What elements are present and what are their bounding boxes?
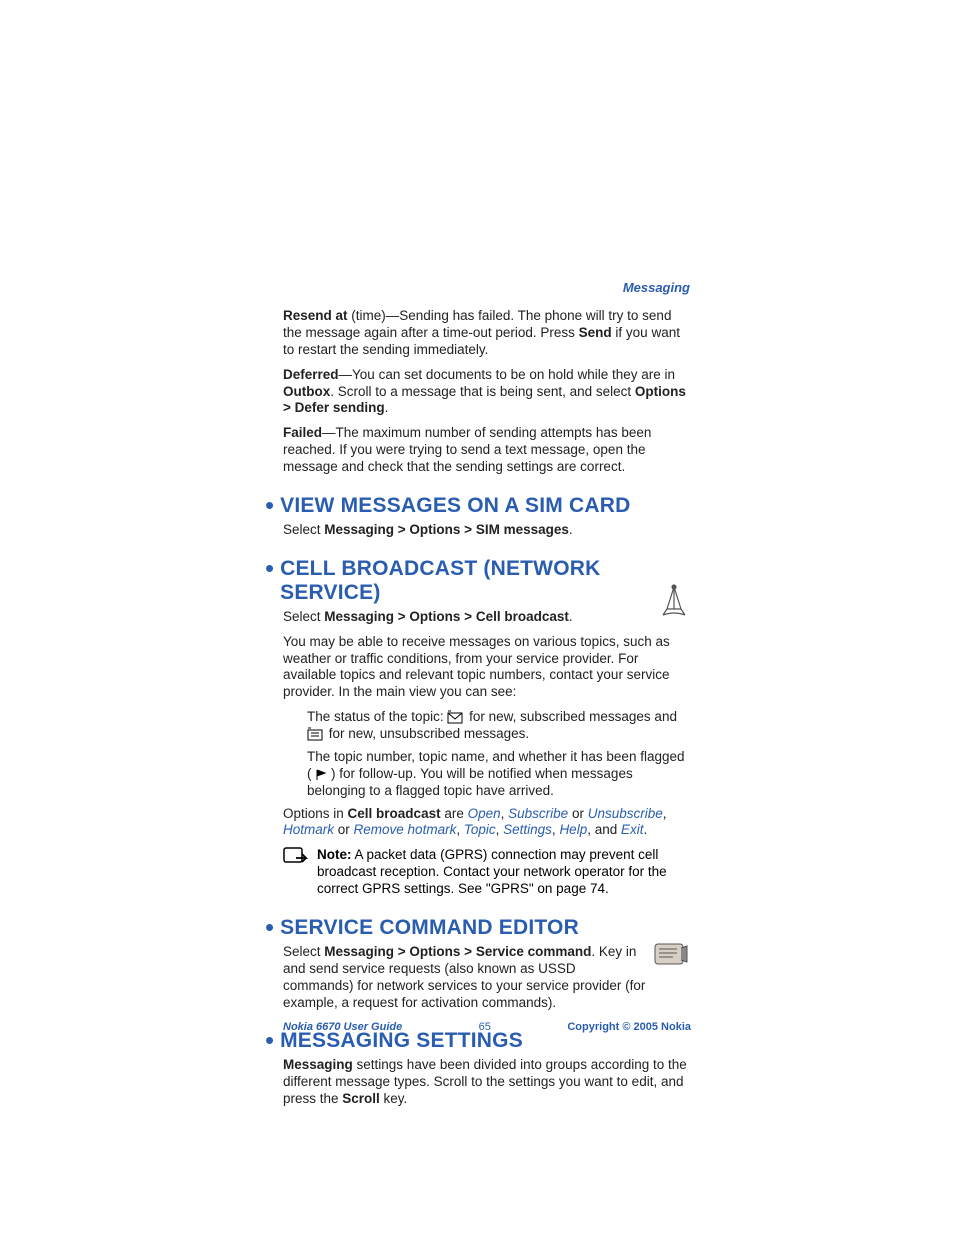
footer-copyright: Copyright © 2005 Nokia (567, 1021, 691, 1033)
footer-guide-name: Nokia 6670 User Guide (283, 1021, 402, 1033)
page-footer: Nokia 6670 User Guide 65 Copyright © 200… (283, 1021, 691, 1033)
page-body: Resend at (time)—Sending has failed. The… (283, 280, 691, 1116)
cb-list-flag: The topic number, topic name, and whethe… (307, 749, 691, 800)
ms-body: Messaging settings have been divided int… (283, 1057, 691, 1108)
link-settings[interactable]: Settings (503, 822, 552, 837)
section-cb-title: CELL BROADCAST (NETWORK SERVICE) (280, 557, 691, 605)
bullet-icon: • (265, 492, 274, 518)
sim-select: Select Messaging > Options > SIM message… (283, 522, 691, 539)
note-text: Note: A packet data (GPRS) connection ma… (317, 847, 691, 898)
cell-broadcast-antenna-icon (657, 581, 691, 626)
link-unsubscribe[interactable]: Unsubscribe (588, 806, 663, 821)
footer-page-number: 65 (479, 1021, 491, 1033)
bullet-icon: • (265, 1027, 274, 1053)
link-hotmark[interactable]: Hotmark (283, 822, 334, 837)
bullet-icon: • (265, 555, 274, 581)
link-subscribe[interactable]: Subscribe (508, 806, 568, 821)
cb-select: Select Messaging > Options > Cell broadc… (283, 609, 691, 626)
service-command-icon (653, 940, 691, 975)
note-row: Note: A packet data (GPRS) connection ma… (283, 847, 691, 898)
section-sim-head: • VIEW MESSAGES ON A SIM CARD (265, 490, 691, 518)
note-icon (283, 847, 317, 898)
link-open[interactable]: Open (468, 806, 501, 821)
cb-options: Options in Cell broadcast are Open, Subs… (283, 806, 691, 840)
link-remove-hotmark[interactable]: Remove hotmark (354, 822, 457, 837)
section-sim-title: VIEW MESSAGES ON A SIM CARD (280, 494, 630, 518)
section-sc-title: SERVICE COMMAND EDITOR (280, 916, 579, 940)
link-topic[interactable]: Topic (464, 822, 496, 837)
bullet-icon: • (265, 914, 274, 940)
cb-list-status: The status of the topic: for new, subscr… (307, 709, 691, 743)
sc-body: Select Messaging > Options > Service com… (283, 944, 691, 1012)
link-help[interactable]: Help (559, 822, 587, 837)
section-cb-head: • CELL BROADCAST (NETWORK SERVICE) (265, 553, 691, 605)
new-unsubscribed-icon (307, 726, 329, 741)
link-exit[interactable]: Exit (621, 822, 644, 837)
section-sc-head: • SERVICE COMMAND EDITOR (265, 912, 691, 940)
cb-intro: You may be able to receive messages on v… (283, 634, 691, 702)
new-subscribed-icon (447, 709, 469, 724)
flag-icon (315, 766, 331, 781)
para-failed: Failed—The maximum number of sending att… (283, 425, 691, 476)
para-deferred: Deferred—You can set documents to be on … (283, 367, 691, 418)
para-resend: Resend at (time)—Sending has failed. The… (283, 308, 691, 359)
